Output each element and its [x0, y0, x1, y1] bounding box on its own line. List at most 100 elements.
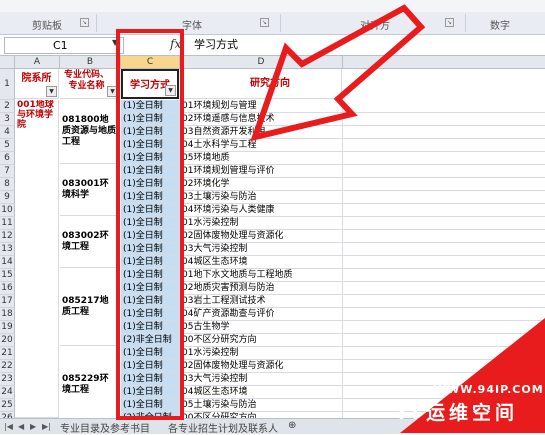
row-header[interactable]: 25 — [0, 399, 15, 412]
prev-sheet-icon[interactable]: ◀ — [18, 422, 24, 431]
study-mode-cell[interactable]: (1)全日制 — [121, 165, 180, 178]
formula-input[interactable]: 学习方式 — [190, 37, 544, 52]
study-mode-cell[interactable]: (1)全日制 — [121, 308, 180, 321]
research-direction-cell[interactable]: 03大气污染控制 — [180, 243, 343, 256]
empty-cell[interactable] — [343, 295, 545, 308]
worksheet-grid[interactable]: A B C D 院系所 ▼ 专业代码、专业名称 ▼ 学习方式 ▼ 研究方向 00… — [0, 56, 545, 418]
empty-cell[interactable] — [343, 282, 545, 295]
empty-cell[interactable] — [343, 139, 545, 152]
row-header[interactable]: 6 — [0, 152, 15, 165]
row-header[interactable]: 8 — [0, 178, 15, 191]
empty-cell[interactable] — [343, 204, 545, 217]
first-sheet-icon[interactable]: |◀ — [4, 422, 13, 431]
research-direction-cell[interactable]: 02环境遥感与信息技术 — [180, 113, 343, 126]
empty-cell[interactable] — [343, 347, 545, 360]
header-cell-major[interactable]: 专业代码、专业名称 ▼ — [60, 69, 120, 99]
study-mode-cell[interactable]: (1)全日制 — [121, 256, 180, 269]
row-header[interactable]: 11 — [0, 217, 15, 230]
row-header[interactable]: 18 — [0, 308, 15, 321]
row-header[interactable]: 16 — [0, 282, 15, 295]
research-direction-cell[interactable]: 05古生物学 — [180, 321, 343, 334]
row-header[interactable]: 10 — [0, 204, 15, 217]
research-direction-cell[interactable]: 02固体废物处理与资源化 — [180, 230, 343, 243]
research-direction-cell[interactable]: 01地下水文地质与工程地质 — [180, 269, 343, 282]
study-mode-cell[interactable]: (1)全日制 — [121, 139, 180, 152]
row-header[interactable]: 20 — [0, 334, 15, 347]
research-direction-cell[interactable]: 04城区生态环境 — [180, 256, 343, 269]
study-mode-cell[interactable]: (1)全日制 — [121, 152, 180, 165]
study-mode-cell[interactable]: (1)全日制 — [121, 217, 180, 230]
research-direction-cell[interactable]: 01环境规划与管理 — [180, 100, 343, 113]
research-direction-cell[interactable]: 05土壤污染与防治 — [180, 399, 343, 412]
header-cell-department[interactable]: 院系所 ▼ — [15, 69, 59, 99]
font-launcher-icon[interactable]: ↘ — [260, 18, 269, 27]
research-direction-cell[interactable]: 00不区分研究方向 — [180, 334, 343, 347]
empty-cell[interactable] — [343, 113, 545, 126]
row-header[interactable]: 13 — [0, 243, 15, 256]
research-direction-cell[interactable]: 02固体废物处理与资源化 — [180, 360, 343, 373]
next-sheet-icon[interactable]: ▶ — [30, 422, 36, 431]
ribbon-group-font[interactable]: 字体 — [182, 17, 202, 32]
row-header[interactable]: 3 — [0, 113, 15, 126]
empty-cell[interactable] — [343, 243, 545, 256]
empty-cell[interactable] — [343, 360, 545, 373]
study-mode-cell[interactable]: (2)非全日制 — [121, 334, 180, 347]
research-direction-cell[interactable]: 03土壤污染与防治 — [180, 191, 343, 204]
clipboard-launcher-icon[interactable]: ↘ — [80, 18, 89, 27]
row-header[interactable]: 4 — [0, 126, 15, 139]
row-header[interactable]: 15 — [0, 269, 15, 282]
row-header[interactable]: 17 — [0, 295, 15, 308]
research-direction-cell[interactable]: 02地质灾害预测与防治 — [180, 282, 343, 295]
study-mode-cell[interactable]: (1)全日制 — [121, 360, 180, 373]
major-cell[interactable]: 083002环境工程 — [60, 217, 120, 268]
empty-cell[interactable] — [343, 308, 545, 321]
study-mode-cell[interactable]: (1)全日制 — [121, 178, 180, 191]
empty-cell[interactable] — [343, 100, 545, 113]
row-header[interactable]: 19 — [0, 321, 15, 334]
research-direction-cell[interactable]: 04城区生态环境 — [180, 386, 343, 399]
research-direction-cell[interactable]: 03自然资源开发利用 — [180, 126, 343, 139]
research-direction-cell[interactable]: 04土水科学与工程 — [180, 139, 343, 152]
empty-cell[interactable] — [343, 152, 545, 165]
filter-dropdown-icon[interactable]: ▼ — [165, 85, 176, 96]
empty-cell[interactable] — [343, 217, 545, 230]
row-header[interactable]: 5 — [0, 139, 15, 152]
department-cell[interactable]: 001地球与环境学院 — [15, 100, 59, 418]
row-header[interactable]: 22 — [0, 360, 15, 373]
study-mode-cell[interactable]: (1)全日制 — [121, 100, 180, 113]
row-header[interactable]: 1 — [0, 69, 15, 100]
research-direction-cell[interactable]: 01水污染控制 — [180, 217, 343, 230]
study-mode-cell[interactable]: (1)全日制 — [121, 321, 180, 334]
study-mode-cell[interactable]: (1)全日制 — [121, 230, 180, 243]
empty-cell[interactable] — [343, 165, 545, 178]
row-header[interactable]: 9 — [0, 191, 15, 204]
research-direction-cell[interactable]: 05环境地质 — [180, 152, 343, 165]
ribbon-group-number[interactable]: 数字 — [490, 17, 510, 32]
empty-cell[interactable] — [343, 230, 545, 243]
name-box[interactable]: C1 — [4, 37, 124, 54]
row-header[interactable]: 14 — [0, 256, 15, 269]
study-mode-cell[interactable]: (1)全日制 — [121, 204, 180, 217]
column-header-a[interactable]: A — [15, 56, 60, 69]
research-direction-cell[interactable]: 04矿产资源勘查与评价 — [180, 308, 343, 321]
select-all-corner[interactable] — [0, 56, 15, 69]
row-header[interactable]: 7 — [0, 165, 15, 178]
major-cell[interactable]: 081800地质资源与地质工程 — [60, 100, 120, 164]
row-header[interactable]: 2 — [0, 100, 15, 113]
row-header[interactable]: 12 — [0, 230, 15, 243]
study-mode-cell[interactable]: (1)全日制 — [121, 386, 180, 399]
alignment-launcher-icon[interactable]: ↘ — [445, 18, 454, 27]
research-direction-cell[interactable]: 03大气污染控制 — [180, 373, 343, 386]
row-header[interactable]: 23 — [0, 373, 15, 386]
study-mode-cell[interactable]: (1)全日制 — [121, 295, 180, 308]
research-direction-cell[interactable]: 01环境规划管理与评价 — [180, 165, 343, 178]
filter-dropdown-icon[interactable]: ▼ — [46, 86, 57, 97]
header-cell-study-mode[interactable]: 学习方式 ▼ — [121, 69, 179, 99]
empty-cell[interactable] — [343, 191, 545, 204]
study-mode-cell[interactable]: (1)全日制 — [121, 269, 180, 282]
chevron-down-icon[interactable]: ▼ — [112, 38, 118, 47]
empty-cell[interactable] — [343, 334, 545, 347]
major-cell[interactable]: 085217地质工程 — [60, 269, 120, 346]
insert-function-icon[interactable]: fx — [170, 37, 181, 51]
major-cell[interactable]: 085229环境工程 — [60, 347, 120, 418]
